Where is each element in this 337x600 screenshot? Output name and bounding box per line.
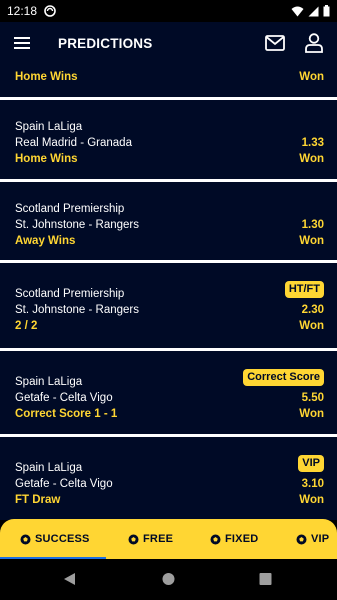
- prediction-result: Won: [299, 153, 324, 165]
- prediction-odds: 2.30: [301, 304, 324, 316]
- prediction-tip: FT Draw: [15, 494, 61, 506]
- prediction-odds: 5.50: [301, 392, 324, 404]
- tab-vip[interactable]: VIP: [296, 519, 329, 559]
- predictions-list: Home Wins Won Spain LaLiga Real Madrid -…: [0, 64, 337, 520]
- prediction-odds: 3.10: [301, 478, 324, 490]
- prediction-result: Won: [299, 235, 324, 247]
- sync-icon: [44, 5, 56, 17]
- prediction-card[interactable]: Scotland Premiership St. Johnstone - Ran…: [0, 182, 337, 248]
- tab-fixed[interactable]: FIXED: [210, 519, 258, 559]
- back-icon[interactable]: [63, 572, 76, 586]
- account-icon[interactable]: [305, 33, 323, 53]
- prediction-card[interactable]: Spain LaLiga Getafe - Celta Vigo Correct…: [0, 351, 337, 421]
- hamburger-menu-icon[interactable]: [14, 37, 30, 49]
- soccer-ball-icon: [296, 534, 307, 544]
- recents-icon[interactable]: [259, 572, 272, 586]
- prediction-tip: Home Wins: [15, 71, 78, 83]
- mail-icon[interactable]: [265, 35, 285, 51]
- prediction-card[interactable]: Spain LaLiga Getafe - Celta Vigo FT Draw…: [0, 437, 337, 507]
- wifi-icon: [291, 6, 304, 16]
- tab-vip-label: VIP: [311, 533, 330, 545]
- status-bar: 12:18: [0, 0, 337, 22]
- soccer-ball-icon: [210, 534, 221, 544]
- prediction-result: Won: [299, 320, 324, 332]
- prediction-result: Won: [299, 71, 324, 83]
- system-nav-bar: [0, 559, 337, 600]
- home-icon[interactable]: [162, 572, 175, 586]
- prediction-league: Scotland Premiership: [15, 288, 125, 300]
- tab-free[interactable]: FREE: [128, 519, 173, 559]
- prediction-odds: 1.30: [301, 219, 324, 231]
- tab-fixed-label: FIXED: [225, 533, 259, 545]
- prediction-category-badge: Correct Score: [243, 369, 324, 386]
- tab-free-label: FREE: [143, 533, 174, 545]
- prediction-league: Spain LaLiga: [15, 376, 83, 388]
- bottom-nav: SUCCESS FREE FIXED VIP: [0, 519, 337, 559]
- prediction-tip: Home Wins: [15, 153, 78, 165]
- prediction-card[interactable]: Scotland Premiership St. Johnstone - Ran…: [0, 263, 337, 333]
- soccer-ball-icon: [20, 534, 31, 544]
- prediction-league: Scotland Premiership: [15, 203, 125, 215]
- prediction-result: Won: [299, 494, 324, 506]
- tab-success[interactable]: SUCCESS: [20, 519, 90, 559]
- prediction-match: Getafe - Celta Vigo: [15, 478, 113, 490]
- prediction-league: Spain LaLiga: [15, 462, 83, 474]
- tab-success-label: SUCCESS: [35, 533, 90, 545]
- prediction-result: Won: [299, 408, 324, 420]
- prediction-category-badge: HT/FT: [284, 281, 324, 298]
- prediction-match: St. Johnstone - Rangers: [15, 219, 140, 231]
- prediction-tip: Away Wins: [15, 235, 76, 247]
- prediction-match: Getafe - Celta Vigo: [15, 392, 113, 404]
- prediction-card[interactable]: Spain LaLiga Real Madrid - Granada Home …: [0, 100, 337, 166]
- prediction-tip: 2 / 2: [15, 320, 38, 332]
- prediction-match: Real Madrid - Granada: [15, 137, 132, 149]
- soccer-ball-icon: [128, 534, 139, 544]
- prediction-category-badge: VIP: [298, 455, 324, 472]
- signal-icon: [308, 6, 319, 16]
- prediction-tip: Correct Score 1 - 1: [15, 408, 118, 420]
- prediction-match: St. Johnstone - Rangers: [15, 304, 140, 316]
- prediction-card[interactable]: Home Wins Won: [0, 64, 337, 84]
- status-time: 12:18: [7, 4, 38, 18]
- prediction-odds: 1.33: [301, 137, 324, 149]
- prediction-league: Spain LaLiga: [15, 121, 83, 133]
- battery-icon: [323, 5, 330, 17]
- page-title: PREDICTIONS: [58, 35, 153, 51]
- app-bar: PREDICTIONS: [0, 22, 337, 64]
